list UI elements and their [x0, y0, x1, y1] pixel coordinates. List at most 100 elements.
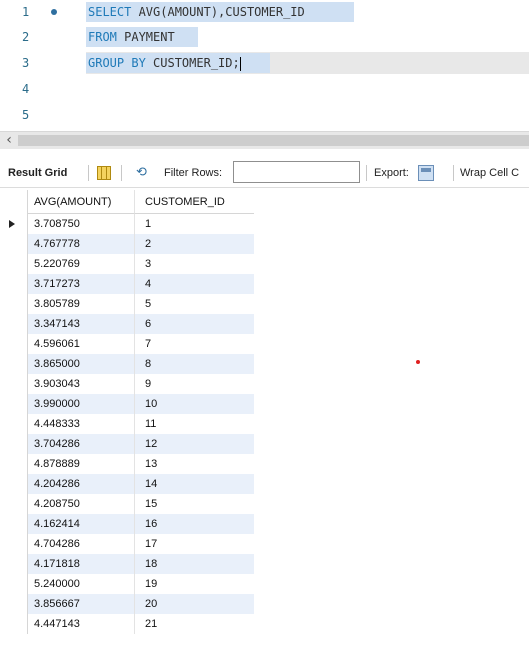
- cell-avg-amount[interactable]: 3.856667: [28, 594, 135, 614]
- cell-customer-id[interactable]: 18: [135, 554, 254, 574]
- table-row[interactable]: 5.240000 19: [0, 574, 256, 594]
- cell-avg-amount[interactable]: 4.447143: [28, 614, 135, 634]
- cell-customer-id[interactable]: 9: [135, 374, 254, 394]
- row-gutter[interactable]: [0, 334, 28, 354]
- row-gutter[interactable]: [0, 494, 28, 514]
- result-grid-tab[interactable]: Result Grid: [8, 158, 67, 188]
- cell-avg-amount[interactable]: 3.708750: [28, 214, 135, 234]
- row-gutter[interactable]: [0, 254, 28, 274]
- cell-avg-amount[interactable]: 3.990000: [28, 394, 135, 414]
- cell-customer-id[interactable]: 11: [135, 414, 254, 434]
- cell-avg-amount[interactable]: 4.878889: [28, 454, 135, 474]
- horizontal-scrollbar[interactable]: ‹: [0, 131, 529, 149]
- cell-customer-id[interactable]: 1: [135, 214, 254, 234]
- table-row[interactable]: 3.903043 9: [0, 374, 256, 394]
- table-row[interactable]: 4.204286 14: [0, 474, 256, 494]
- refresh-icon[interactable]: ⟲: [136, 166, 152, 180]
- row-gutter[interactable]: [0, 214, 28, 234]
- cell-avg-amount[interactable]: 5.240000: [28, 574, 135, 594]
- cell-customer-id[interactable]: 10: [135, 394, 254, 414]
- row-gutter[interactable]: [0, 394, 28, 414]
- row-gutter[interactable]: [0, 294, 28, 314]
- table-row[interactable]: 4.878889 13: [0, 454, 256, 474]
- row-gutter[interactable]: [0, 414, 28, 434]
- row-gutter[interactable]: [0, 314, 28, 334]
- table-row[interactable]: 3.708750 1: [0, 214, 256, 234]
- filter-rows-input[interactable]: [233, 161, 360, 183]
- cell-avg-amount[interactable]: 4.204286: [28, 474, 135, 494]
- row-gutter[interactable]: [0, 274, 28, 294]
- row-gutter[interactable]: [0, 234, 28, 254]
- table-row[interactable]: 3.856667 20: [0, 594, 256, 614]
- table-row[interactable]: 4.208750 15: [0, 494, 256, 514]
- cell-avg-amount[interactable]: 3.704286: [28, 434, 135, 454]
- cell-customer-id[interactable]: 7: [135, 334, 254, 354]
- scrollbar-thumb[interactable]: [18, 135, 529, 146]
- row-gutter[interactable]: [0, 534, 28, 554]
- row-gutter[interactable]: [0, 574, 28, 594]
- table-row[interactable]: 3.865000 8: [0, 354, 256, 374]
- cell-avg-amount[interactable]: 3.805789: [28, 294, 135, 314]
- cell-customer-id[interactable]: 12: [135, 434, 254, 454]
- cell-customer-id[interactable]: 15: [135, 494, 254, 514]
- table-row[interactable]: 4.704286 17: [0, 534, 256, 554]
- table-row[interactable]: 3.347143 6: [0, 314, 256, 334]
- cell-avg-amount[interactable]: 4.704286: [28, 534, 135, 554]
- cell-customer-id[interactable]: 3: [135, 254, 254, 274]
- cell-avg-amount[interactable]: 3.717273: [28, 274, 135, 294]
- table-row[interactable]: 4.596061 7: [0, 334, 256, 354]
- row-gutter[interactable]: [0, 354, 28, 374]
- table-row[interactable]: 3.990000 10: [0, 394, 256, 414]
- table-row[interactable]: 5.220769 3: [0, 254, 256, 274]
- table-row[interactable]: 4.448333 11: [0, 414, 256, 434]
- row-gutter[interactable]: [0, 434, 28, 454]
- cell-customer-id[interactable]: 13: [135, 454, 254, 474]
- table-row[interactable]: 4.171818 18: [0, 554, 256, 574]
- cell-avg-amount[interactable]: 4.767778: [28, 234, 135, 254]
- row-gutter[interactable]: [0, 454, 28, 474]
- table-row[interactable]: 4.447143 21: [0, 614, 256, 634]
- cell-customer-id[interactable]: 19: [135, 574, 254, 594]
- cell-customer-id[interactable]: 6: [135, 314, 254, 334]
- row-gutter[interactable]: [0, 614, 28, 634]
- chevron-left-icon[interactable]: ‹: [2, 132, 16, 150]
- cell-customer-id[interactable]: 21: [135, 614, 254, 634]
- column-header-avg-amount[interactable]: AVG(AMOUNT): [28, 190, 135, 214]
- cell-avg-amount[interactable]: 4.208750: [28, 494, 135, 514]
- code-line-1[interactable]: 1 SELECT AVG(AMOUNT),CUSTOMER_ID: [0, 1, 529, 23]
- row-gutter[interactable]: [0, 514, 28, 534]
- row-gutter[interactable]: [0, 474, 28, 494]
- cell-customer-id[interactable]: 4: [135, 274, 254, 294]
- code-line-3[interactable]: 3 GROUP BY CUSTOMER_ID;: [0, 52, 529, 74]
- grid-view-icon[interactable]: [97, 166, 111, 180]
- cell-avg-amount[interactable]: 4.596061: [28, 334, 135, 354]
- table-row[interactable]: 3.704286 12: [0, 434, 256, 454]
- cell-customer-id[interactable]: 8: [135, 354, 254, 374]
- code-line-5[interactable]: 5: [0, 104, 529, 126]
- cell-customer-id[interactable]: 5: [135, 294, 254, 314]
- cell-customer-id[interactable]: 14: [135, 474, 254, 494]
- breakpoint-dot-icon[interactable]: [51, 9, 57, 15]
- cell-customer-id[interactable]: 2: [135, 234, 254, 254]
- cell-avg-amount[interactable]: 3.903043: [28, 374, 135, 394]
- row-gutter[interactable]: [0, 554, 28, 574]
- cell-avg-amount[interactable]: 4.162414: [28, 514, 135, 534]
- sql-editor[interactable]: 1 SELECT AVG(AMOUNT),CUSTOMER_ID 2 FROM …: [0, 0, 529, 128]
- cell-avg-amount[interactable]: 3.865000: [28, 354, 135, 374]
- cell-avg-amount[interactable]: 5.220769: [28, 254, 135, 274]
- row-gutter[interactable]: [0, 594, 28, 614]
- code-line-4[interactable]: 4: [0, 78, 529, 100]
- table-row[interactable]: 3.717273 4: [0, 274, 256, 294]
- cell-avg-amount[interactable]: 4.171818: [28, 554, 135, 574]
- export-icon[interactable]: [418, 165, 434, 181]
- cell-customer-id[interactable]: 20: [135, 594, 254, 614]
- cell-customer-id[interactable]: 16: [135, 514, 254, 534]
- table-row[interactable]: 4.162414 16: [0, 514, 256, 534]
- code-line-2[interactable]: 2 FROM PAYMENT: [0, 26, 529, 48]
- row-gutter[interactable]: [0, 374, 28, 394]
- table-row[interactable]: 4.767778 2: [0, 234, 256, 254]
- column-header-customer-id[interactable]: CUSTOMER_ID: [135, 190, 254, 214]
- table-row[interactable]: 3.805789 5: [0, 294, 256, 314]
- wrap-cell-content-label[interactable]: Wrap Cell C: [460, 158, 519, 188]
- cell-avg-amount[interactable]: 3.347143: [28, 314, 135, 334]
